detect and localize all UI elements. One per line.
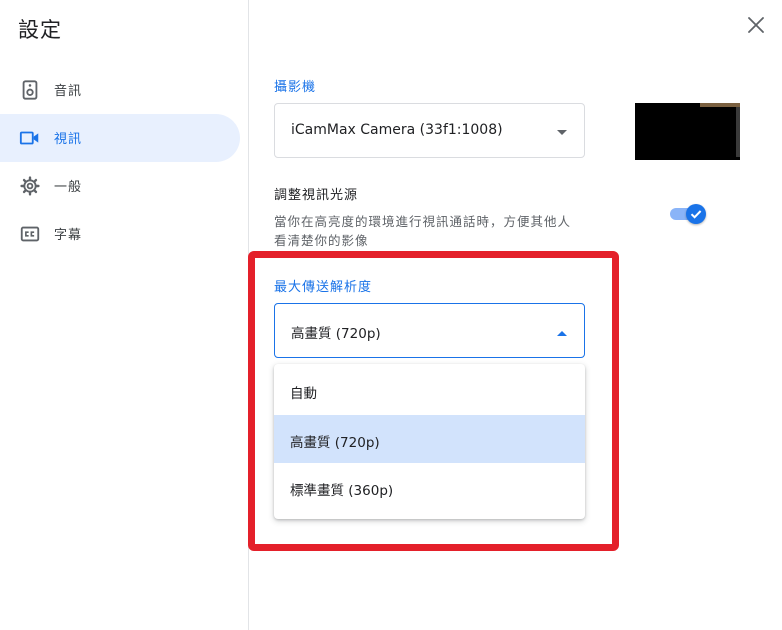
nav-item-label: 一般 [54,180,83,195]
gear-icon [20,176,40,196]
nav-item-label: 字幕 [54,228,83,243]
nav-item-audio[interactable]: 音訊 [0,66,240,114]
toggle-knob [686,204,706,224]
chevron-down-icon [557,130,567,135]
nav-item-label: 視訊 [54,132,83,147]
annotation-highlight-box [248,251,619,551]
speaker-icon [22,80,38,100]
camera-select[interactable]: iCamMax Camera (33f1:1008) [274,103,585,158]
camera-preview-edge [736,107,740,157]
close-icon[interactable] [744,13,768,37]
light-adjust-toggle[interactable] [670,204,708,224]
settings-sidebar: 設定 音訊 視訊 一般 字幕 [0,0,249,630]
checkmark-icon [690,210,702,219]
nav-item-captions[interactable]: 字幕 [0,210,240,258]
light-adjust-title: 調整視訊光源 [274,188,359,203]
camera-label: 攝影機 [274,80,317,95]
settings-nav: 音訊 視訊 一般 字幕 [0,66,249,258]
nav-item-video[interactable]: 視訊 [0,114,240,162]
camera-preview-highlight [700,103,740,107]
dialog-title: 設定 [18,18,62,42]
nav-item-general[interactable]: 一般 [0,162,240,210]
closed-caption-icon [20,226,40,242]
light-adjust-description: 當你在高亮度的環境進行視訊通話時，方便其他人看清楚你的影像 [274,214,572,248]
camera-select-value: iCamMax Camera (33f1:1008) [291,122,503,138]
camera-preview [635,103,740,160]
nav-item-label: 音訊 [54,84,83,99]
videocam-icon [19,131,39,145]
